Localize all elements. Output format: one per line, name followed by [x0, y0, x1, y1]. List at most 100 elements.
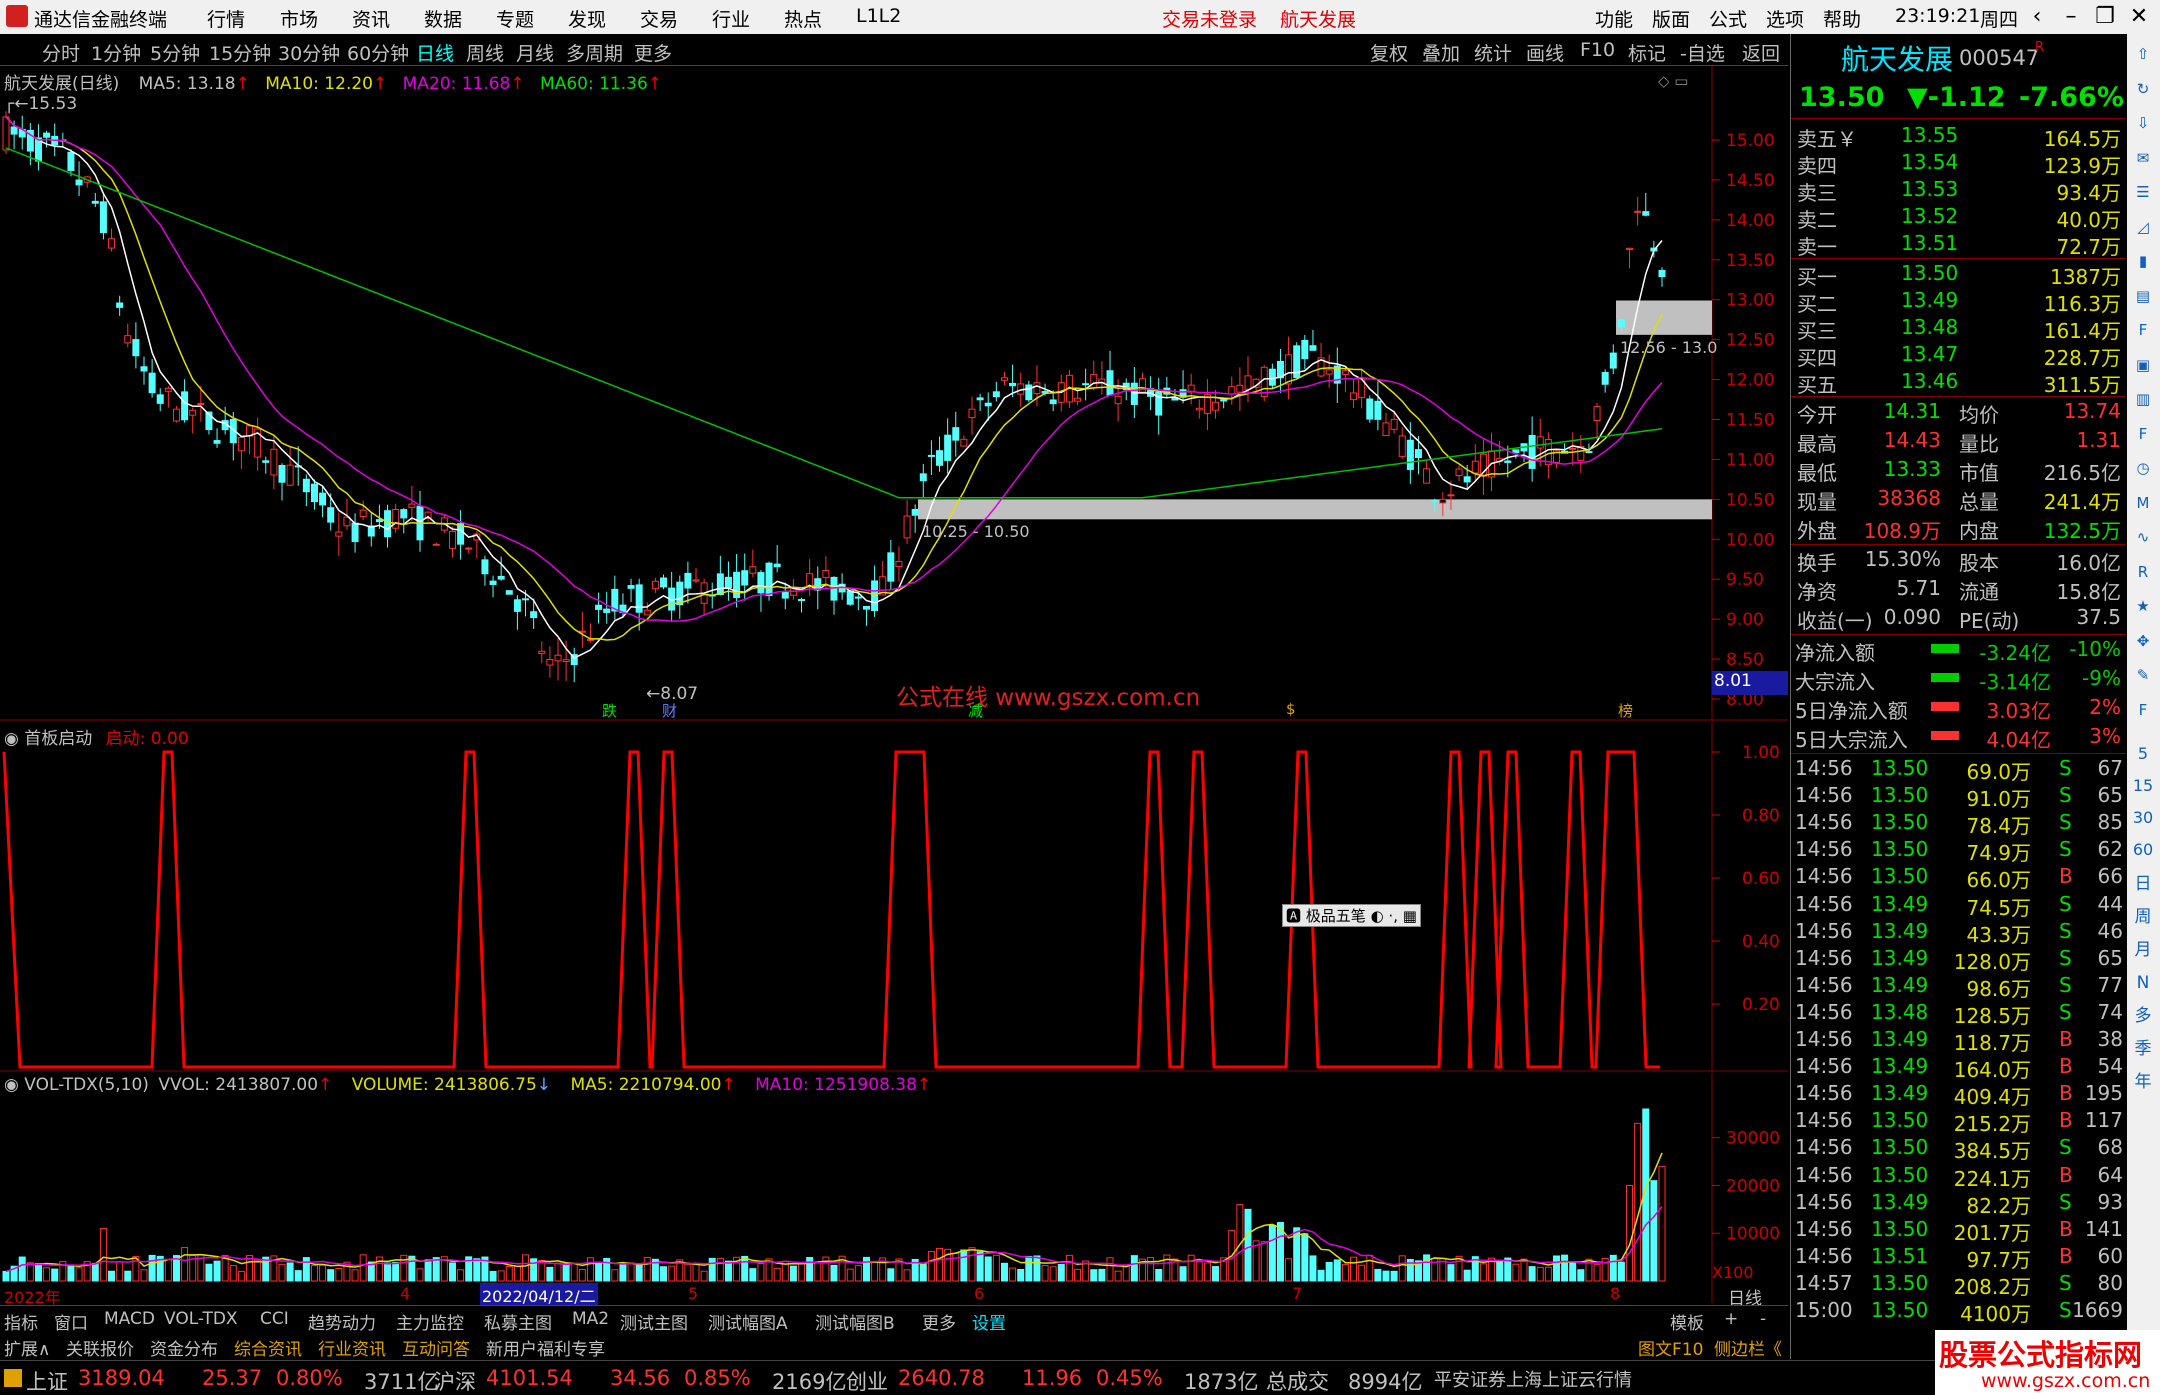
- tool-fuquan[interactable]: 复权: [1370, 39, 1408, 66]
- indicator-tab-4[interactable]: CCI: [260, 1309, 289, 1329]
- period-more[interactable]: 更多: [634, 39, 672, 66]
- menu-redian[interactable]: 热点: [784, 5, 822, 32]
- b-icon[interactable]: ▣: [2131, 353, 2155, 377]
- period-5min[interactable]: 5分钟: [150, 39, 200, 66]
- ime-toolbar[interactable]: 🅰 极品五笔 ◐ ·, ▦: [1282, 904, 1421, 927]
- indicator-tab-5[interactable]: 趋势动力: [308, 1309, 376, 1334]
- indicator-tab-9[interactable]: 测试主图: [620, 1309, 688, 1334]
- indicator-tab-0[interactable]: 指标: [4, 1309, 38, 1334]
- menu-hangqing[interactable]: 行情: [207, 5, 245, 32]
- tabs-right-0[interactable]: 模板: [1670, 1309, 1704, 1334]
- news-tab-5[interactable]: 互动问答: [402, 1335, 470, 1360]
- menu-zhuanti[interactable]: 专题: [496, 5, 534, 32]
- period-side-6[interactable]: 年: [2131, 1070, 2155, 1094]
- indicator-tab-10[interactable]: 测试幅图A: [708, 1309, 788, 1334]
- chart-diamond-icon[interactable]: ◇ ▭: [1658, 72, 1688, 90]
- fs2-icon[interactable]: F: [2131, 698, 2155, 722]
- kline-chart[interactable]: 15.00 14.50 14.00 13.50 13.00 12.50 12.00 11.50…: [0, 66, 1788, 721]
- fs-icon[interactable]: F: [2131, 422, 2155, 446]
- period-multi[interactable]: 多周期: [566, 39, 623, 66]
- news-tab-3[interactable]: 综合资讯: [234, 1335, 302, 1360]
- marker-die[interactable]: 跌: [602, 700, 617, 721]
- tool-f10[interactable]: F10: [1580, 39, 1615, 61]
- period-fenshi[interactable]: 分时: [42, 39, 80, 66]
- tabs-right-2[interactable]: -: [1760, 1309, 1766, 1329]
- period-side-5[interactable]: 季: [2131, 1037, 2155, 1061]
- bookmark-icon[interactable]: ✉: [2131, 146, 2155, 170]
- back-icon[interactable]: ‹: [2020, 3, 2054, 31]
- period-60min[interactable]: 60分钟: [347, 39, 409, 66]
- up-arrow-icon[interactable]: ⇧: [2131, 42, 2155, 66]
- menu-bangzhu[interactable]: 帮助: [1823, 5, 1861, 32]
- minimize-icon[interactable]: –: [2054, 3, 2088, 31]
- tabs-right-1[interactable]: +: [1724, 1309, 1738, 1329]
- pen-icon[interactable]: ✎: [2131, 663, 2155, 687]
- period-num-5[interactable]: 5: [2131, 742, 2155, 766]
- list-icon[interactable]: ☰: [2131, 180, 2155, 204]
- menu-l1l2[interactable]: L1L2: [856, 5, 901, 27]
- period-15min[interactable]: 15分钟: [209, 39, 271, 66]
- m-icon[interactable]: M: [2131, 491, 2155, 515]
- period-monthly[interactable]: 月线: [516, 39, 554, 66]
- wave-icon[interactable]: ∿: [2131, 525, 2155, 549]
- move-icon[interactable]: ✥: [2131, 629, 2155, 653]
- period-1min[interactable]: 1分钟: [91, 39, 141, 66]
- indicator-tab-11[interactable]: 测试幅图B: [815, 1309, 895, 1334]
- marker-cai[interactable]: 财: [662, 700, 677, 721]
- chart-icon[interactable]: ◿: [2131, 215, 2155, 239]
- menu-hangye[interactable]: 行业: [712, 5, 750, 32]
- period-daily[interactable]: 日线: [416, 39, 454, 66]
- news-right-0[interactable]: 图文F10: [1638, 1335, 1703, 1360]
- menu-faxian[interactable]: 发现: [568, 5, 606, 32]
- indicator-tab-12[interactable]: 更多: [922, 1309, 956, 1334]
- marker-jian[interactable]: 减: [968, 700, 983, 721]
- tool-tongji[interactable]: 统计: [1474, 39, 1512, 66]
- menu-gongshi[interactable]: 公式: [1709, 5, 1747, 32]
- period-side-2[interactable]: 月: [2131, 938, 2155, 962]
- menu-banmian[interactable]: 版面: [1652, 5, 1690, 32]
- menu-gongneng[interactable]: 功能: [1595, 5, 1633, 32]
- rsi-icon[interactable]: R: [2131, 560, 2155, 584]
- news-right-1[interactable]: 侧边栏《: [1714, 1335, 1782, 1360]
- close-icon[interactable]: ✕: [2122, 3, 2156, 31]
- trade-login-status[interactable]: 交易未登录: [1162, 5, 1257, 32]
- tool-biaoji[interactable]: 标记: [1628, 39, 1666, 66]
- period-30min[interactable]: 30分钟: [278, 39, 340, 66]
- period-num-15[interactable]: 15: [2131, 774, 2155, 798]
- marker-dollar[interactable]: $: [1286, 700, 1296, 718]
- period-weekly[interactable]: 周线: [466, 39, 504, 66]
- star-icon[interactable]: ★: [2131, 594, 2155, 618]
- indicator-tab-7[interactable]: 私募主图: [484, 1309, 552, 1334]
- marker-bang[interactable]: 榜: [1618, 700, 1633, 721]
- news-tab-6[interactable]: 新用户福利专享: [486, 1335, 605, 1360]
- tool-diejia[interactable]: 叠加: [1422, 39, 1460, 66]
- indicator-tab-13[interactable]: 设置: [972, 1309, 1006, 1334]
- doc-icon[interactable]: ▥: [2131, 387, 2155, 411]
- tool-huaxian[interactable]: 画线: [1526, 39, 1564, 66]
- indicator-tab-3[interactable]: VOL-TDX: [164, 1309, 238, 1329]
- indicator-tab-2[interactable]: MACD: [104, 1309, 155, 1329]
- news-tab-1[interactable]: 关联报价: [66, 1335, 134, 1360]
- news-tab-4[interactable]: 行业资讯: [318, 1335, 386, 1360]
- menu-shichang[interactable]: 市场: [280, 5, 318, 32]
- f10-icon[interactable]: F: [2131, 318, 2155, 342]
- indicator-tab-6[interactable]: 主力监控: [396, 1309, 464, 1334]
- index-2-name[interactable]: 创业: [846, 1366, 888, 1395]
- indicator-tab-1[interactable]: 窗口: [54, 1309, 88, 1334]
- index-icon[interactable]: [4, 1369, 22, 1387]
- menu-zixun[interactable]: 资讯: [352, 5, 390, 32]
- period-side-3[interactable]: N: [2131, 971, 2155, 995]
- period-side-4[interactable]: 多: [2131, 1004, 2155, 1028]
- menu-jiaoyi[interactable]: 交易: [640, 5, 678, 32]
- clock-icon[interactable]: ◷: [2131, 456, 2155, 480]
- period-num-30[interactable]: 30: [2131, 806, 2155, 830]
- tool-fanhui[interactable]: 返回: [1742, 39, 1780, 66]
- index-1-name[interactable]: 沪深: [434, 1366, 476, 1395]
- index-0-name[interactable]: 上证: [26, 1366, 68, 1395]
- volume-pane[interactable]: 30000 20000 10000 ◉ VOL-TDX(5,10) VVOL: 24…: [0, 1073, 1788, 1309]
- period-side-1[interactable]: 周: [2131, 905, 2155, 929]
- period-side-0[interactable]: 日: [2131, 872, 2155, 896]
- refresh-icon[interactable]: ↻: [2131, 77, 2155, 101]
- kline-icon[interactable]: ▮: [2131, 249, 2155, 273]
- menu-shuju[interactable]: 数据: [424, 5, 462, 32]
